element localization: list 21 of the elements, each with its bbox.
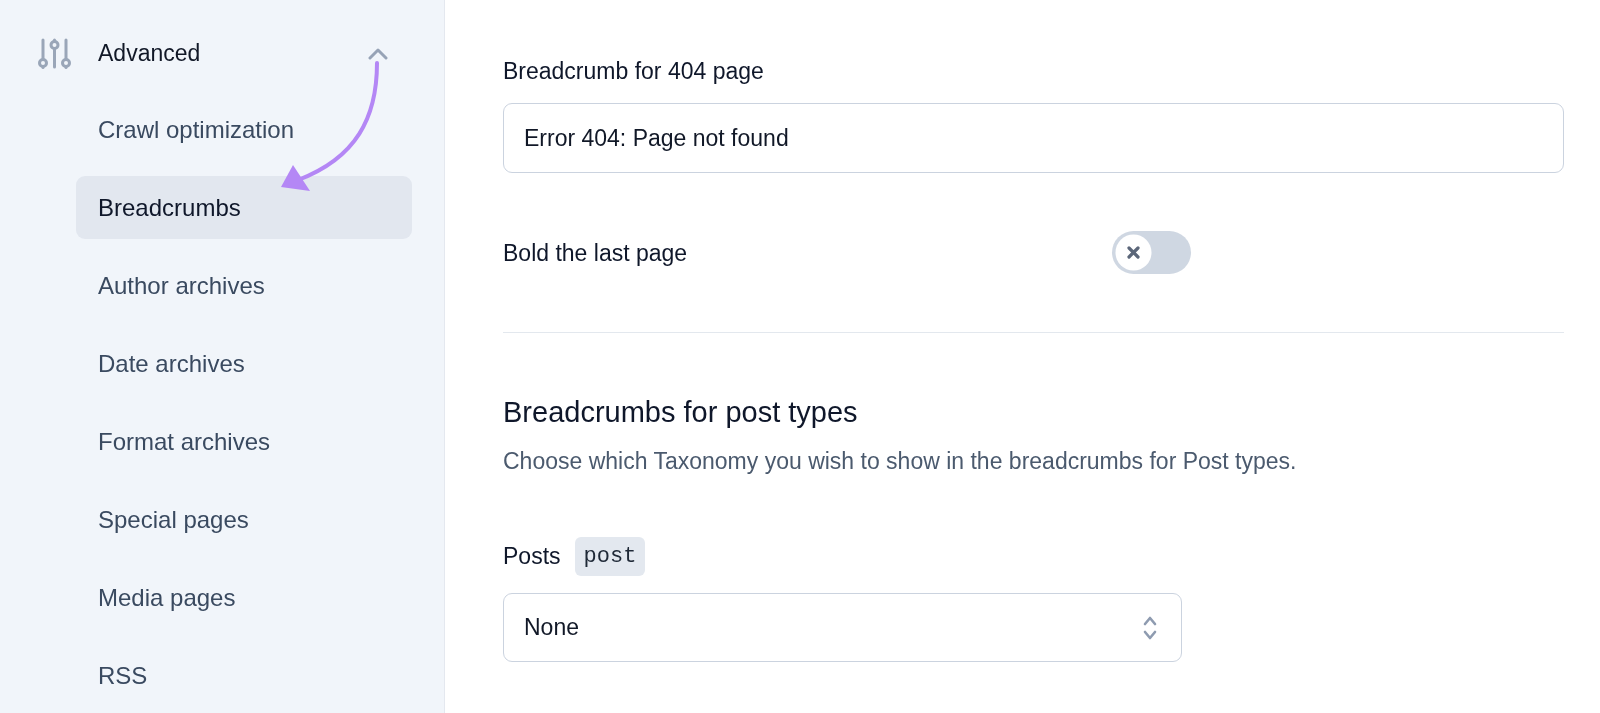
up-down-chevron-icon — [1143, 614, 1157, 641]
section-label[interactable]: Advanced — [98, 40, 368, 67]
section-heading: Breadcrumbs for post types — [503, 395, 859, 429]
field-label: Posts — [503, 543, 561, 570]
sidebar-item[interactable]: Format archives — [76, 410, 412, 473]
code-tag: post — [574, 537, 646, 576]
toggle-switch[interactable] — [1112, 231, 1191, 274]
sliders-icon — [38, 38, 71, 69]
chevron-icon[interactable] — [368, 47, 388, 60]
sidebar-item[interactable]: Date archives — [76, 332, 412, 395]
sidebar-item[interactable]: Special pages — [76, 488, 412, 551]
sidebar-item[interactable]: Author archives — [76, 254, 412, 317]
field-label: Breadcrumb for 404 page — [503, 57, 765, 85]
select-field[interactable]: None — [503, 593, 1182, 662]
input-field[interactable]: Error 404: Page not found — [503, 103, 1564, 173]
section-description: Choose which Taxonomy you wish to show in the breadcrumbs for Post types. — [503, 447, 1298, 475]
sidebar-item[interactable]: RSS — [76, 644, 412, 707]
sidebar-item[interactable]: Crawl optimization — [76, 98, 412, 161]
sidebar-item[interactable]: Media pages — [76, 566, 412, 629]
sidebar-item[interactable]: Breadcrumbs — [76, 176, 412, 239]
field-label: Bold the last page — [503, 238, 689, 267]
